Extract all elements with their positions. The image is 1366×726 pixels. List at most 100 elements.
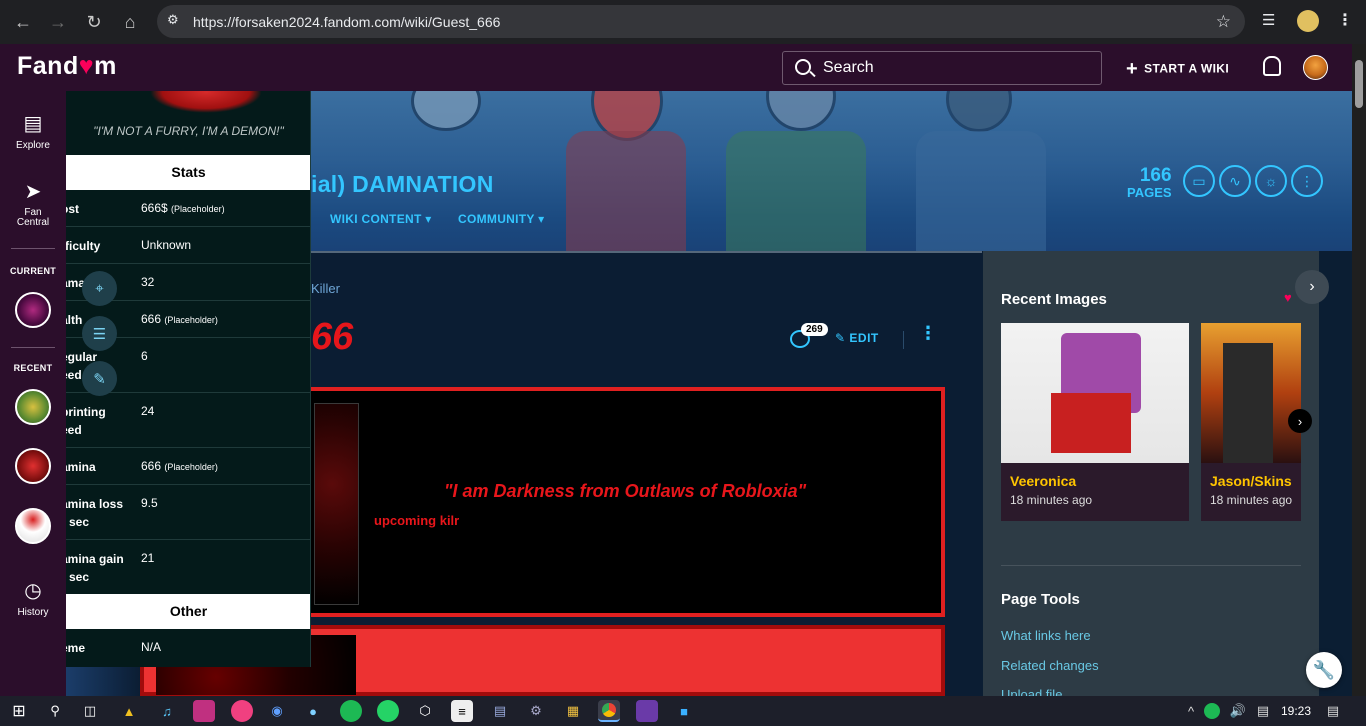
infobox-row-key: printing eed [66, 403, 136, 439]
notepad-icon[interactable]: ▤ [489, 700, 511, 722]
recent-wiki-avatar[interactable] [15, 508, 51, 544]
notifications-icon[interactable]: ▤ [1322, 700, 1344, 722]
related-changes-link[interactable]: Related changes [1001, 658, 1099, 673]
community-name[interactable]: ial) DAMNATION [311, 171, 494, 198]
infobox-value-note: (Placeholder) [171, 204, 225, 214]
rail-history[interactable]: ◷ History [0, 578, 66, 618]
carousel-next-icon[interactable]: › [1288, 409, 1312, 433]
infobox-value-text: 666 [141, 312, 162, 326]
infobox-value-note: (Placeholder) [164, 315, 218, 325]
app-icon[interactable]: ◉ [266, 700, 288, 722]
app-icon[interactable] [231, 700, 253, 722]
back-icon[interactable]: ← [5, 4, 41, 40]
scrollbar-thumb[interactable] [1355, 60, 1363, 108]
more-options-icon[interactable]: ⋮ [1291, 165, 1323, 197]
notifications-bell-icon[interactable] [1263, 56, 1281, 76]
address-bar[interactable]: ⚙ https://forsaken2024.fandom.com/wiki/G… [157, 5, 1245, 38]
wrench-icon[interactable]: 🔧 [1306, 652, 1342, 688]
volume-icon[interactable]: 🔊 [1227, 700, 1249, 722]
infobox-row-key-line: r sec [66, 570, 90, 584]
whatsapp-icon[interactable] [377, 700, 399, 722]
windows-start-icon[interactable]: ⊞ [8, 700, 30, 722]
start-wiki-button[interactable]: + START A WIKI [1126, 58, 1229, 81]
spotify-icon[interactable] [340, 700, 362, 722]
app-icon[interactable]: ▲ [118, 700, 140, 722]
infobox-row-value: 666 (Placeholder) [141, 312, 218, 326]
recent-wiki-avatar[interactable] [15, 389, 51, 425]
home-icon[interactable]: ⌂ [112, 4, 148, 40]
infobox-value-note: (Placeholder) [164, 462, 218, 472]
infobox-other-header: Other [66, 594, 310, 629]
content-divider [310, 251, 982, 253]
search-icon[interactable]: ⚲ [44, 700, 66, 722]
media-control-icon[interactable]: ☰ [1262, 11, 1275, 29]
clock-icon: ◷ [24, 580, 42, 602]
upload-file-link[interactable]: Upload file [1001, 687, 1062, 696]
rail-explore[interactable]: ▤ Explore [0, 111, 66, 151]
box-icon[interactable]: ⬡ [414, 700, 436, 722]
site-info-icon[interactable]: ⚙ [167, 12, 179, 28]
taskbar-clock[interactable]: 19:23 [1281, 704, 1311, 718]
network-icon[interactable]: ▤ [1252, 700, 1274, 722]
page-actions-icon[interactable]: ⋮ [919, 324, 937, 342]
collapse-icon[interactable]: ⌖ [82, 271, 117, 306]
current-wiki-avatar[interactable] [15, 292, 51, 328]
edit-label: EDIT [849, 331, 879, 345]
table-of-contents-icon[interactable]: ☰ [82, 316, 117, 351]
activity-icon[interactable]: ∿ [1219, 165, 1251, 197]
infobox-row-value: N/A [141, 640, 161, 654]
infobox-row-key: fficulty [66, 237, 136, 255]
recent-wiki-avatar[interactable] [15, 448, 51, 484]
bookmark-star-icon[interactable]: ☆ [1216, 12, 1231, 32]
infobox-value-text: N/A [141, 640, 162, 654]
app-icon[interactable]: ≡ [451, 700, 473, 722]
rail-fan-central[interactable]: ➤ Fan Central [0, 179, 66, 228]
what-links-here-link[interactable]: What links here [1001, 628, 1091, 643]
infobox-row-key: ost [66, 200, 136, 218]
discussions-icon[interactable]: ▭ [1183, 165, 1215, 197]
reload-icon[interactable]: ↻ [76, 4, 112, 40]
recent-image-card[interactable]: Veeronica 18 minutes ago [1001, 323, 1189, 521]
browser-menu-icon[interactable]: ⋮ [1337, 10, 1353, 30]
spotify-tray-icon[interactable] [1204, 703, 1220, 719]
recent-image-card[interactable]: Jason/Skins 18 minutes ago [1201, 323, 1301, 521]
app-icon[interactable]: ● [302, 700, 324, 722]
profile-avatar[interactable] [1297, 10, 1319, 32]
chrome-icon[interactable] [598, 700, 620, 722]
collapse-rail-chevron-icon[interactable]: › [1295, 270, 1329, 304]
page-title: 66 [311, 316, 354, 358]
chevron-up-icon[interactable]: ^ [1180, 700, 1202, 722]
forward-icon[interactable]: → [40, 4, 76, 40]
task-view-icon[interactable]: ◫ [79, 700, 101, 722]
app-icon[interactable]: ■ [673, 700, 695, 722]
nav-wiki-content[interactable]: WIKI CONTENT ▾ [330, 212, 432, 226]
search-input[interactable]: Search [782, 51, 1102, 85]
file-explorer-icon[interactable]: ▦ [562, 700, 584, 722]
nav-community[interactable]: COMMUNITY ▾ [458, 212, 544, 226]
search-icon [795, 59, 811, 75]
rail-divider [11, 347, 55, 348]
theme-toggle-icon[interactable]: ☼ [1255, 165, 1287, 197]
infobox-row-value: 21 [141, 551, 154, 565]
infobox-value-text: 24 [141, 404, 155, 418]
page-scrollbar[interactable] [1352, 44, 1366, 696]
user-avatar[interactable] [1303, 55, 1328, 80]
banner-art [411, 91, 481, 131]
app-icon[interactable] [636, 700, 658, 722]
app-icon[interactable] [193, 700, 215, 722]
infobox-value-text: 666 [141, 459, 162, 473]
fandom-logo[interactable]: Fand♥m [17, 52, 117, 81]
pencil-icon: ✎ [835, 331, 846, 345]
character-body [1051, 393, 1131, 453]
app-icon[interactable]: ♫ [156, 700, 178, 722]
infobox-row: amina loss r sec 9.5 [66, 485, 310, 540]
toolbar-separator [903, 331, 904, 349]
recent-images-heading: Recent Images [1001, 291, 1107, 308]
breadcrumb[interactable]: Killer [311, 281, 340, 296]
rail-recent-label: RECENT [13, 363, 53, 373]
edit-button[interactable]: ✎ EDIT [835, 331, 879, 345]
infobox-value-text: 666$ [141, 201, 168, 215]
edit-pencil-icon[interactable]: ✎ [82, 361, 117, 396]
infobox-row: eme N/A [66, 629, 310, 667]
steam-icon[interactable]: ⚙ [525, 700, 547, 722]
